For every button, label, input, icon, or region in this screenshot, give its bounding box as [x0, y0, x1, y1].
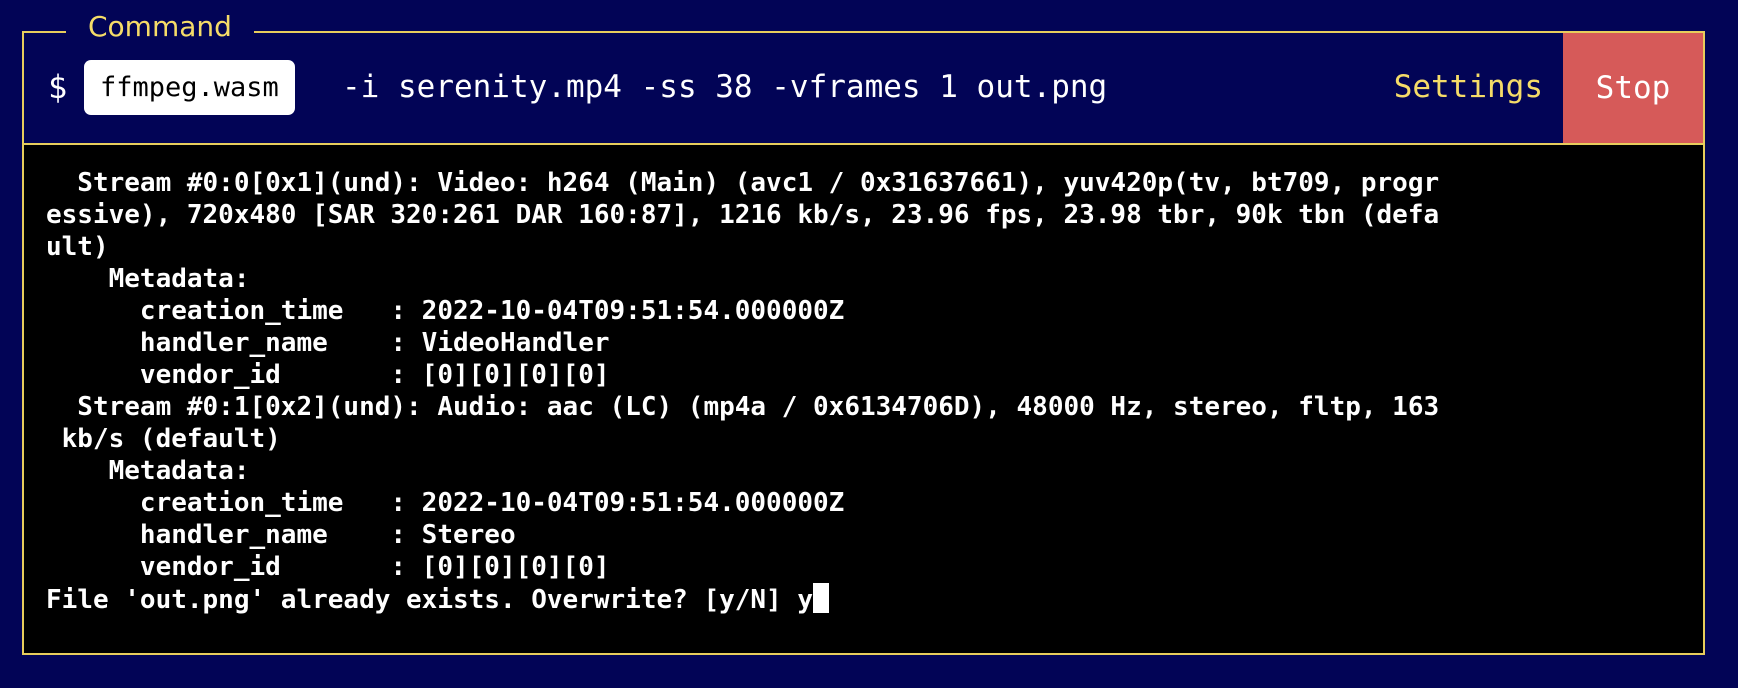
terminal-text: Stream #0:0[0x1](und): Video: h264 (Main…: [46, 167, 1439, 615]
terminal-line: creation_time : 2022-10-04T09:51:54.0000…: [46, 488, 845, 518]
stop-button[interactable]: Stop: [1563, 33, 1703, 143]
terminal-output[interactable]: Stream #0:0[0x1](und): Video: h264 (Main…: [24, 145, 1703, 653]
terminal-line: Metadata:: [46, 456, 250, 486]
terminal-line: kb/s (default): [46, 424, 281, 454]
terminal-line: ult): [46, 232, 109, 262]
terminal-line: handler_name : Stereo: [46, 520, 516, 550]
terminal-line: Metadata:: [46, 264, 250, 294]
terminal-line: vendor_id : [0][0][0][0]: [46, 552, 610, 582]
command-args-input[interactable]: [342, 63, 1342, 111]
settings-button[interactable]: Settings: [1394, 63, 1543, 111]
overwrite-prompt: File 'out.png' already exists. Overwrite…: [46, 585, 814, 615]
text-cursor: [813, 583, 830, 613]
terminal-line: creation_time : 2022-10-04T09:51:54.0000…: [46, 296, 845, 326]
program-badge: ffmpeg.wasm: [84, 60, 295, 115]
terminal-line: vendor_id : [0][0][0][0]: [46, 360, 610, 390]
panel-legend: Command: [66, 10, 254, 44]
prompt-symbol: $: [48, 68, 68, 106]
terminal-line: essive), 720x480 [SAR 320:261 DAR 160:87…: [46, 200, 1440, 230]
terminal-line: Stream #0:0[0x1](und): Video: h264 (Main…: [46, 168, 1440, 198]
terminal-line: Stream #0:1[0x2](und): Audio: aac (LC) (…: [46, 392, 1440, 422]
command-panel: $ ffmpeg.wasm Settings Stop Stream #0:0[…: [22, 31, 1705, 655]
command-bar: $ ffmpeg.wasm Settings Stop: [24, 33, 1703, 145]
terminal-line: handler_name : VideoHandler: [46, 328, 610, 358]
terminal-prompt-line: File 'out.png' already exists. Overwrite…: [46, 583, 1439, 615]
